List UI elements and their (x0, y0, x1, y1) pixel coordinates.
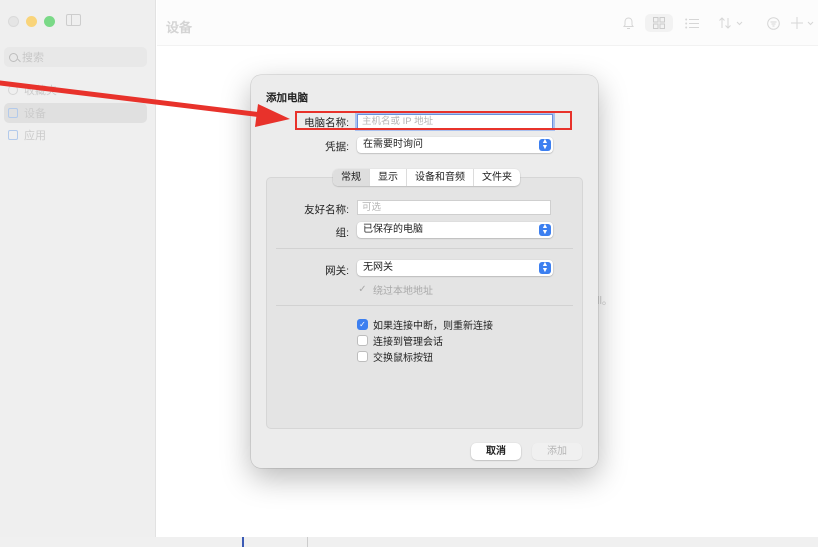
annotation-arrow (0, 80, 290, 127)
